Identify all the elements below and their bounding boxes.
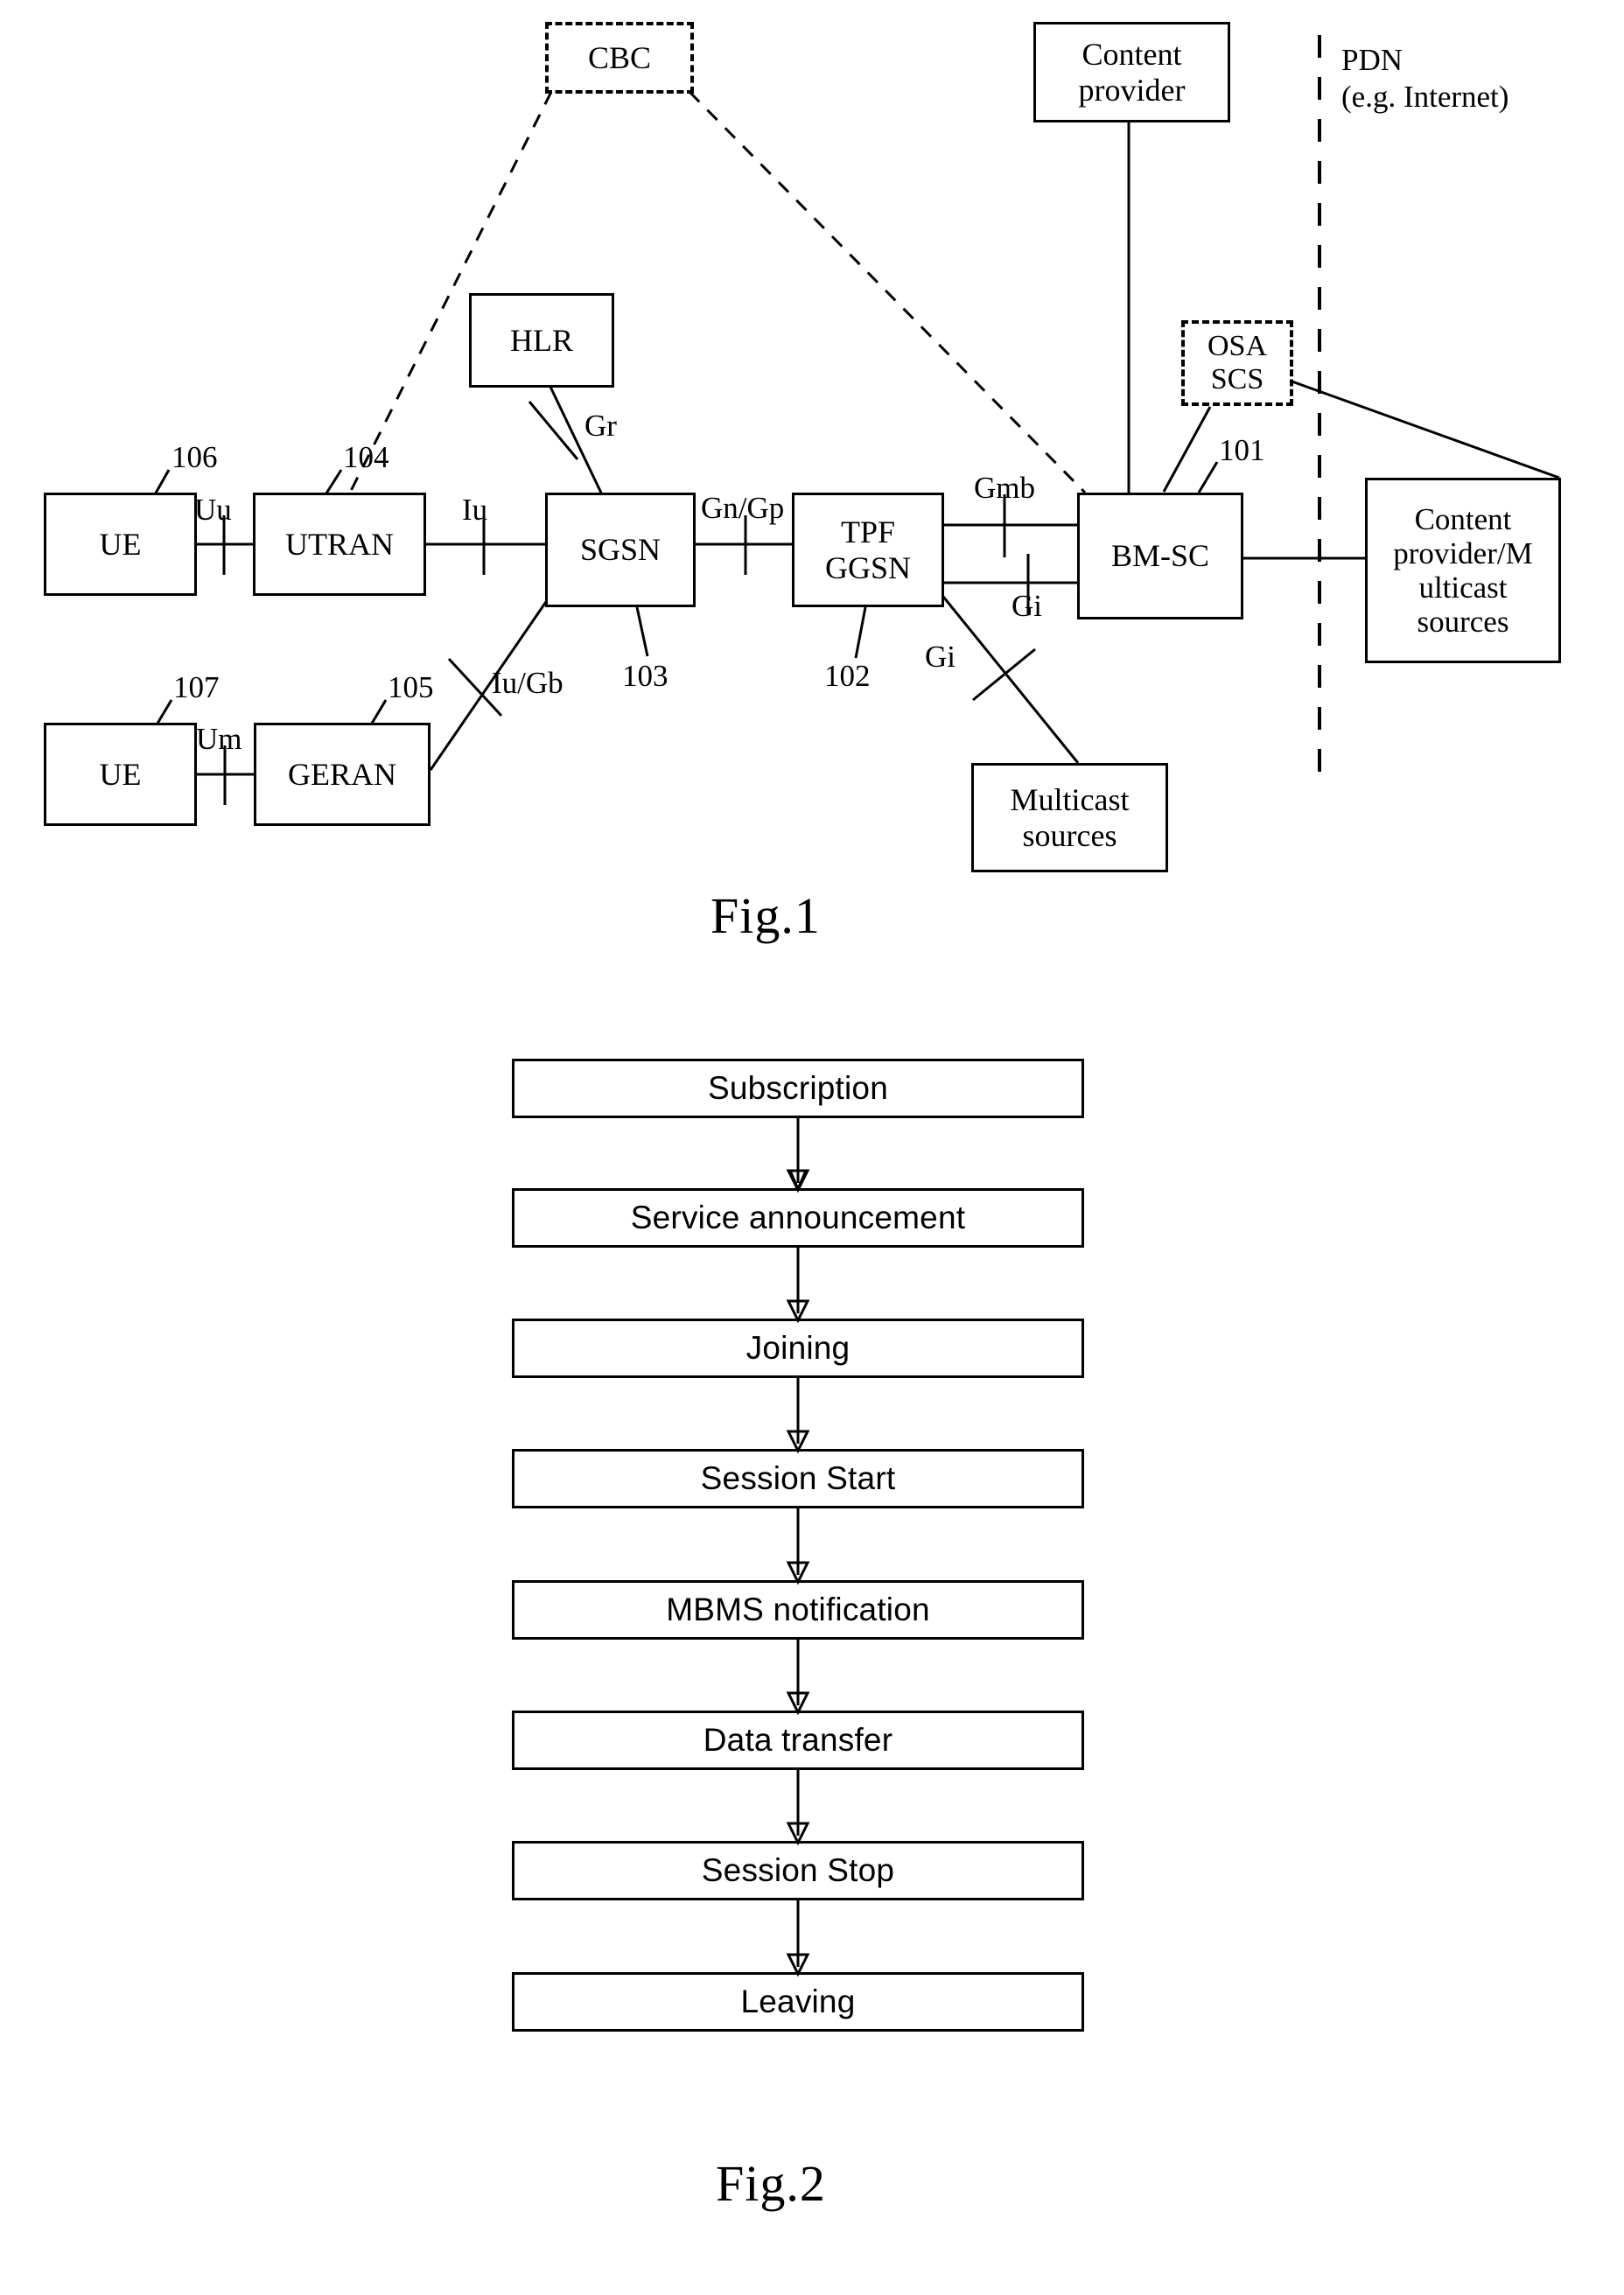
cbc-to-utran-dashed-line — [348, 91, 553, 493]
node-geran-label: GERAN — [288, 756, 396, 792]
interface-label-gmb: Gmb — [974, 471, 1035, 505]
arrow-6-head — [786, 1822, 810, 1846]
leader-102 — [854, 606, 867, 659]
node-ue-bottom-label: UE — [99, 756, 142, 792]
flow-step-data-transfer-label: Data transfer — [703, 1722, 893, 1758]
arrow-4-head — [786, 1561, 810, 1585]
node-bmsc[interactable]: BM-SC — [1077, 493, 1243, 619]
flow-step-session-start-label: Session Start — [700, 1460, 896, 1496]
node-geran[interactable]: GERAN — [254, 723, 430, 826]
leader-103 — [635, 606, 649, 657]
reference-numeral-107: 107 — [173, 670, 220, 704]
interface-label-gi-lower: Gi — [925, 640, 956, 674]
node-multicast-sources[interactable]: Multicast sources — [971, 763, 1168, 872]
interface-label-gi-upper: Gi — [1012, 589, 1042, 623]
ggsn-to-multicast-sources-line — [934, 587, 1080, 764]
cbc-to-bmsc-dashed-line — [688, 90, 1087, 494]
reference-numeral-102: 102 — [824, 659, 871, 693]
reference-numeral-103: 103 — [622, 659, 668, 693]
flow-step-service-announcement[interactable]: Service announcement — [512, 1188, 1084, 1248]
flow-step-subscription-label: Subscription — [707, 1070, 888, 1106]
arrow-3-head — [786, 1430, 810, 1454]
node-hlr-label: HLR — [510, 322, 573, 358]
interface-label-um: Um — [196, 722, 242, 756]
node-ue-bottom[interactable]: UE — [44, 723, 197, 826]
arrow-2-head — [786, 1299, 810, 1324]
node-ue-top[interactable]: UE — [44, 493, 197, 596]
flow-step-subscription[interactable]: Subscription — [512, 1059, 1084, 1118]
node-ue-top-label: UE — [99, 526, 142, 562]
gi-lower-tick-mark — [972, 647, 1036, 702]
node-sgsn[interactable]: SGSN — [545, 493, 696, 607]
node-bmsc-label: BM-SC — [1110, 538, 1210, 574]
node-multicast-sources-label: Multicast sources — [1010, 782, 1130, 853]
flowchart-arrow-layer — [786, 1118, 810, 1977]
node-hlr[interactable]: HLR — [469, 293, 614, 388]
node-utran-label: UTRAN — [285, 526, 394, 562]
interface-label-gr: Gr — [584, 409, 617, 443]
node-osa-scs-label: OSA SCS — [1207, 329, 1268, 395]
flow-step-mbms-notification[interactable]: MBMS notification — [512, 1580, 1084, 1640]
node-osa-scs[interactable]: OSA SCS — [1181, 320, 1293, 406]
figure2-caption: Fig.2 — [716, 2155, 826, 2212]
patent-figure-page: CBC Content provider PDN (e.g. Internet)… — [0, 0, 1624, 2295]
reference-numeral-101: 101 — [1219, 433, 1265, 467]
gr-tick-mark — [528, 401, 579, 460]
node-content-provider-multicast-sources-label: Content provider/M ulticast sources — [1393, 501, 1533, 640]
figure1-caption: Fig.1 — [710, 887, 821, 944]
interface-label-gn-gp: Gn/Gp — [701, 491, 785, 525]
flow-step-session-stop[interactable]: Session Stop — [512, 1841, 1084, 1900]
reference-numeral-106: 106 — [172, 440, 218, 474]
connector-layer — [152, 35, 1560, 1258]
node-cbc[interactable]: CBC — [545, 22, 694, 94]
interface-label-uu: Uu — [194, 493, 232, 527]
flow-step-service-announcement-label: Service announcement — [630, 1200, 966, 1235]
flow-step-session-stop-label: Session Stop — [701, 1852, 895, 1888]
flow-step-session-start[interactable]: Session Start — [512, 1449, 1084, 1508]
node-content-provider[interactable]: Content provider — [1033, 22, 1230, 122]
interface-label-iu-gb: Iu/Gb — [492, 666, 564, 700]
node-content-provider-multicast-sources[interactable]: Content provider/M ulticast sources — [1365, 478, 1561, 663]
pdn-label: PDN (e.g. Internet) — [1341, 43, 1509, 114]
flow-step-joining-label: Joining — [746, 1330, 850, 1366]
reference-numeral-105: 105 — [388, 670, 434, 704]
leader-101 — [1197, 461, 1219, 493]
node-tpf-ggsn[interactable]: TPF GGSN — [792, 493, 944, 607]
arrow-5-head — [786, 1691, 810, 1716]
node-cbc-label: CBC — [587, 39, 652, 75]
reference-numeral-104: 104 — [343, 440, 389, 474]
interface-label-iu: Iu — [462, 493, 488, 527]
flow-step-leaving[interactable]: Leaving — [512, 1972, 1084, 2032]
osa-scs-to-bmsc-line — [1162, 406, 1212, 493]
arrow-1-head — [786, 1169, 810, 1193]
flow-step-mbms-notification-label: MBMS notification — [666, 1592, 930, 1627]
flow-step-leaving-label: Leaving — [740, 1984, 856, 2019]
node-sgsn-label: SGSN — [579, 532, 662, 568]
flow-step-data-transfer[interactable]: Data transfer — [512, 1711, 1084, 1770]
node-tpf-ggsn-label: TPF GGSN — [824, 514, 911, 585]
flow-step-joining[interactable]: Joining — [512, 1319, 1084, 1378]
arrow-7-head — [786, 1953, 810, 1977]
osa-scs-to-content-multicast-line — [1277, 374, 1560, 479]
node-utran[interactable]: UTRAN — [253, 493, 426, 596]
node-content-provider-label: Content provider — [1078, 37, 1186, 108]
